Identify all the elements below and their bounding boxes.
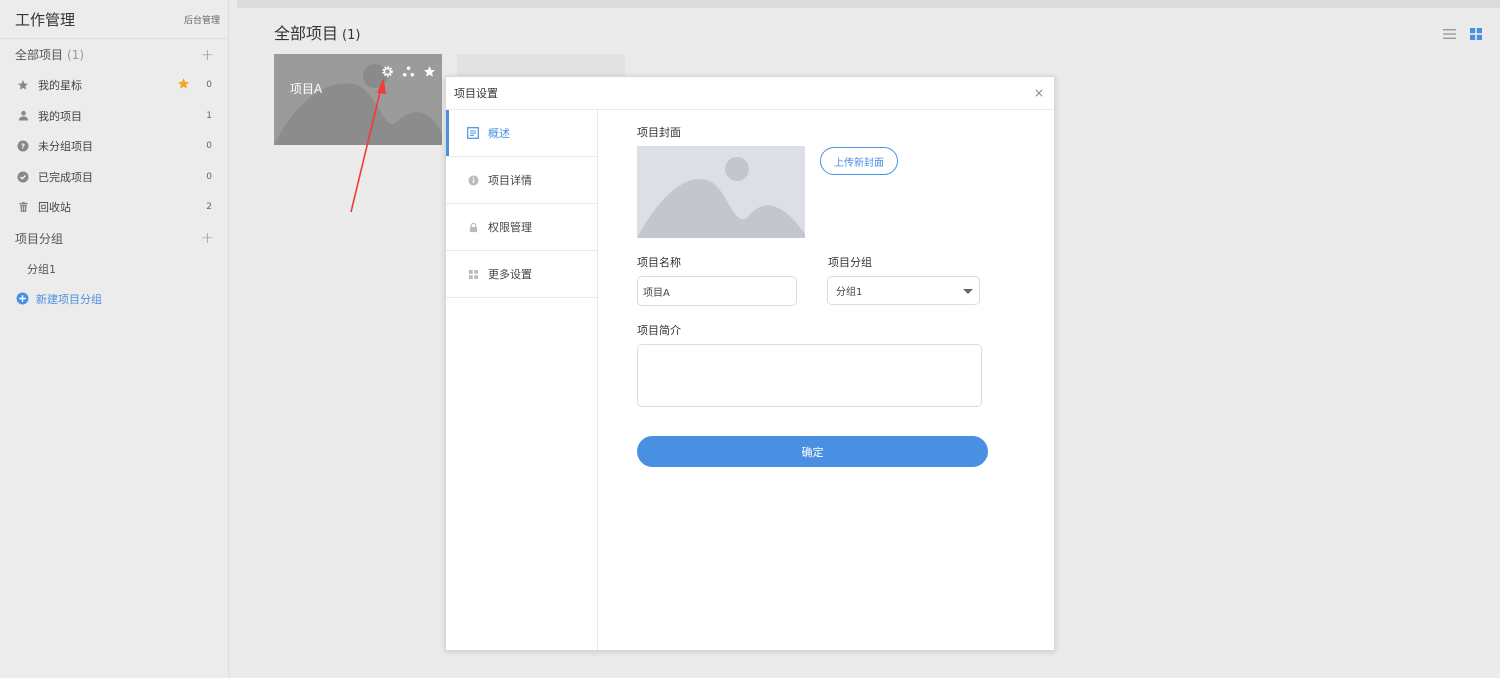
settings-icon[interactable] (381, 63, 394, 82)
sidebar-item-label: 我的星标 (38, 79, 82, 93)
tab-permissions[interactable]: 权限管理 (446, 204, 597, 251)
sidebar-item-all-projects[interactable]: 全部项目 (1) + (0, 39, 228, 70)
view-toggle (1443, 25, 1482, 44)
project-settings-dialog: 项目设置 × 概述 项目详情 权限管理 更多设置 项目封面 上传新封面 项目名称… (445, 76, 1055, 651)
project-card[interactable]: 项目A (274, 54, 442, 145)
groups-header-label: 项目分组 (15, 231, 64, 246)
info-icon (467, 174, 479, 186)
project-description-input[interactable] (637, 344, 982, 407)
upload-cover-button[interactable]: 上传新封面 (820, 147, 898, 175)
sidebar-item-count: 0 (206, 141, 212, 152)
dialog-title: 项目设置 (454, 87, 498, 100)
project-card-name: 项目A (290, 82, 323, 96)
sidebar-group-item[interactable]: 分组1 (0, 254, 228, 284)
document-icon (467, 127, 479, 139)
sidebar-item-label: 回收站 (38, 201, 71, 215)
page-title-count: (1) (342, 28, 361, 43)
sidebar-item-ungrouped[interactable]: ? 未分组项目 0 (0, 131, 228, 162)
sidebar-item-completed[interactable]: 已完成项目 0 (0, 162, 228, 193)
add-group-icon[interactable]: + (201, 230, 214, 246)
sidebar-item-my-projects[interactable]: 我的项目 1 (0, 101, 228, 132)
sidebar-item-count: 2 (206, 202, 212, 213)
description-label: 项目简介 (637, 324, 681, 337)
plus-circle-icon (16, 292, 29, 305)
page-title: 全部项目 (1) (274, 20, 360, 44)
sidebar-item-count: 0 (206, 80, 212, 91)
cover-preview (637, 146, 805, 238)
sidebar: 工作管理 后台管理 全部项目 (1) + 我的星标 0 我的项目 1 ? 未分组项… (0, 0, 229, 678)
sidebar-item-label: 我的项目 (38, 109, 82, 123)
star-filled-icon[interactable] (177, 77, 190, 93)
close-icon[interactable]: × (1034, 86, 1044, 100)
add-project-icon[interactable]: + (201, 46, 214, 63)
cover-label: 项目封面 (637, 126, 681, 139)
trash-icon (16, 200, 30, 214)
dialog-body: 项目封面 上传新封面 项目名称 项目A 项目分组 分组1 项目简介 确定 (637, 110, 1054, 650)
tab-label: 权限管理 (488, 221, 532, 234)
dialog-sidebar: 概述 项目详情 权限管理 更多设置 (446, 110, 598, 650)
svg-text:?: ? (21, 143, 25, 151)
all-projects-label: 全部项目 (15, 48, 64, 62)
sidebar-item-count: 0 (206, 171, 212, 182)
sidebar-item-label: 未分组项目 (38, 140, 93, 154)
group-label: 项目分组 (828, 256, 872, 269)
tab-label: 更多设置 (488, 268, 532, 281)
tab-details[interactable]: 项目详情 (446, 157, 597, 204)
confirm-button[interactable]: 确定 (637, 436, 988, 467)
question-icon: ? (16, 139, 30, 153)
tab-overview[interactable]: 概述 (446, 110, 597, 157)
admin-link[interactable]: 后台管理 (184, 13, 220, 26)
grid-icon (467, 268, 479, 280)
dialog-header: 项目设置 × (446, 77, 1054, 110)
project-card-actions (381, 63, 436, 82)
new-group-label: 新建项目分组 (36, 292, 102, 306)
project-card-placeholder (457, 54, 625, 76)
sidebar-item-count: 1 (206, 110, 212, 121)
sidebar-groups-header: 项目分组 + (0, 223, 228, 254)
list-view-icon[interactable] (1443, 25, 1456, 44)
tab-more-settings[interactable]: 更多设置 (446, 251, 597, 298)
new-group-button[interactable]: 新建项目分组 (0, 284, 228, 314)
tab-label: 项目详情 (488, 174, 532, 187)
grid-view-icon[interactable] (1470, 25, 1482, 44)
sidebar-item-trash[interactable]: 回收站 2 (0, 192, 228, 223)
check-circle-icon (16, 170, 30, 184)
sidebar-item-label: 已完成项目 (38, 170, 93, 184)
sidebar-item-starred[interactable]: 我的星标 0 (0, 70, 228, 101)
group-select-value: 分组1 (836, 287, 863, 298)
lock-icon (467, 221, 479, 233)
chevron-down-icon (963, 289, 973, 294)
share-icon[interactable] (402, 63, 415, 82)
tab-label: 概述 (488, 127, 510, 140)
all-projects-count: (1) (67, 48, 85, 62)
page-title-text: 全部项目 (274, 24, 339, 43)
project-group-select[interactable]: 分组1 (827, 276, 980, 305)
user-icon (16, 109, 30, 123)
name-label: 项目名称 (637, 256, 681, 269)
app-title: 工作管理 (15, 10, 76, 29)
image-placeholder-icon (637, 146, 805, 238)
top-stripe (237, 0, 1500, 8)
project-name-input[interactable]: 项目A (637, 276, 797, 306)
star-icon[interactable] (423, 63, 436, 82)
sidebar-header: 工作管理 后台管理 (0, 0, 228, 39)
star-icon (16, 78, 30, 92)
